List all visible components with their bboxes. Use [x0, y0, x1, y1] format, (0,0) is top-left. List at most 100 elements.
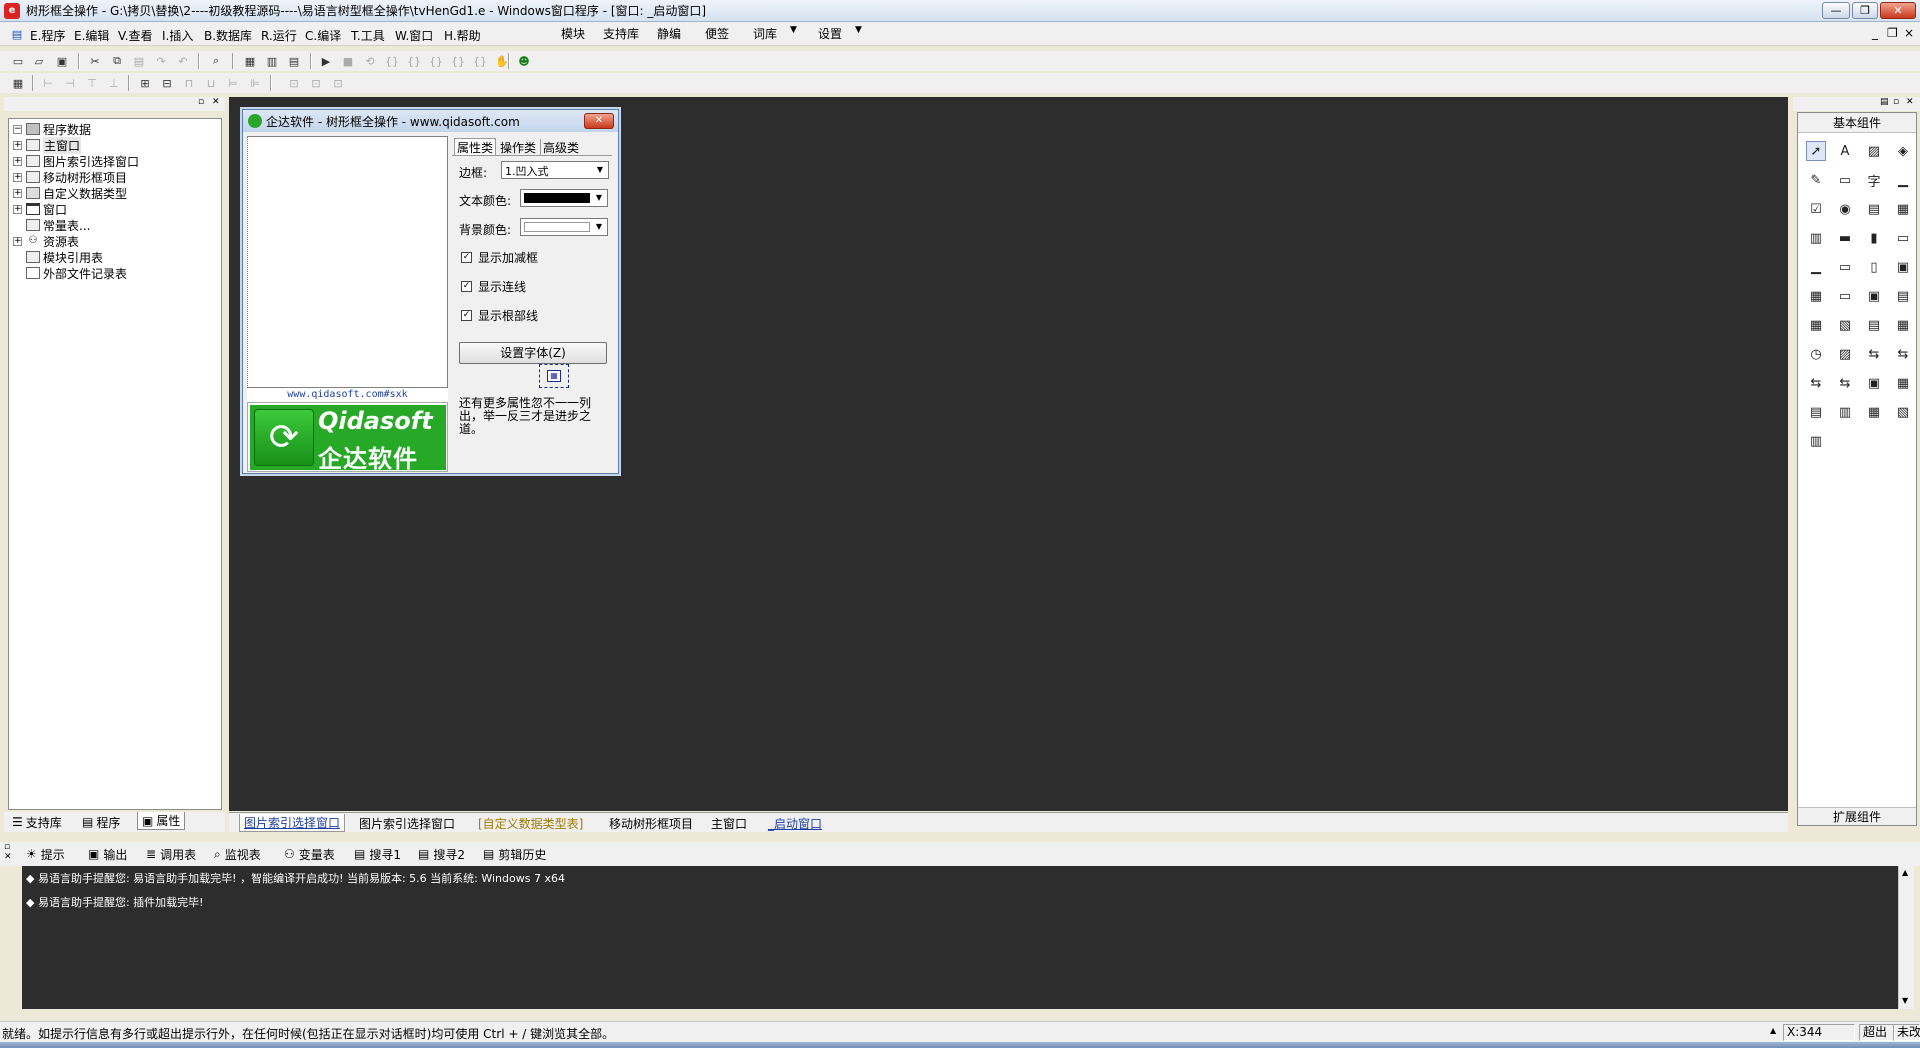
tree-item-external-files[interactable]: 外部文件记录表 — [26, 265, 127, 281]
toolbar-component-icon[interactable]: ▦ — [1893, 315, 1913, 335]
odbc-ext-component-icon[interactable]: ▥ — [1806, 431, 1826, 451]
tab-hint[interactable]: ☀ 提示 — [22, 845, 69, 863]
tab-program[interactable]: ▤ 程序 — [78, 813, 124, 831]
checkbox-check-icon[interactable]: ✓ — [461, 281, 472, 292]
pointer-component-icon[interactable]: ➚ — [1806, 141, 1826, 161]
editor-tab-startup-window[interactable]: _启动窗口 — [764, 814, 826, 832]
save-icon[interactable]: ▣ — [54, 53, 70, 69]
step-1-icon[interactable]: ⟲ — [362, 53, 378, 69]
palette-title[interactable]: 基本组件 — [1798, 113, 1916, 133]
tree-item-module-refs[interactable]: 模块引用表 — [26, 249, 103, 265]
tab-clip-history[interactable]: ▤ 剪辑历史 — [479, 845, 550, 863]
tree-item-image-index[interactable]: + 图片索引选择窗口 — [13, 153, 139, 169]
menu-component-icon[interactable]: ▦ — [1806, 315, 1826, 335]
menu-run[interactable]: R.运行 — [261, 27, 297, 44]
run-icon[interactable]: ▶ — [318, 53, 334, 69]
align-center-icon[interactable]: ⊣ — [62, 75, 78, 91]
tab-operation-class[interactable]: 操作类 — [498, 139, 538, 156]
tab-advanced-class[interactable]: 高级类 — [540, 139, 581, 156]
tab-call-stack[interactable]: ≣ 调用表 — [142, 845, 200, 863]
align-top-icon[interactable]: ⊤ — [84, 75, 100, 91]
palette-menu-icon[interactable]: ▤ — [1880, 97, 1889, 107]
expand-icon[interactable]: + — [13, 204, 22, 214]
tree-item-windows[interactable]: + 窗口 — [13, 201, 67, 217]
cut-icon[interactable]: ✂ — [87, 53, 103, 69]
tab-property-class[interactable]: 属性类 — [454, 138, 497, 155]
tree-item-move-tree[interactable]: + 移动树形框项目 — [13, 169, 127, 185]
tree-root[interactable]: − 程序数据 — [13, 121, 91, 137]
expand-icon[interactable]: + — [13, 236, 22, 246]
checkbox-show-root-lines[interactable]: ✓ 显示根部线 — [461, 307, 538, 324]
tab-search-1[interactable]: ▤ 搜寻1 — [350, 845, 405, 863]
tab-variables[interactable]: ⚇ 变量表 — [280, 845, 339, 863]
editor-tab-main-window[interactable]: 主窗口 — [707, 814, 751, 832]
set-font-button[interactable]: 设置字体(Z) — [459, 342, 607, 364]
step-3-icon[interactable]: {} — [406, 53, 422, 69]
panel-close-icon[interactable]: ✕ — [212, 97, 220, 107]
editor-tab-custom-types[interactable]: [自定义数据类型表] — [474, 814, 587, 832]
mdi-restore-button[interactable]: ❐ — [1887, 26, 1898, 40]
layout-3-icon[interactable]: ▤ — [286, 53, 302, 69]
menu-database[interactable]: B.数据库 — [204, 27, 252, 44]
datetime-component-icon[interactable]: ▭ — [1835, 286, 1855, 306]
checkbox-check-icon[interactable]: ✓ — [461, 252, 472, 263]
tab-search-2[interactable]: ▤ 搜寻2 — [414, 845, 469, 863]
checkbox-show-lines[interactable]: ✓ 显示连线 — [461, 278, 526, 295]
ruler-component-icon[interactable]: ▁ — [1806, 257, 1826, 277]
panel-pin-icon[interactable]: ▫ — [198, 97, 204, 107]
expand-icon[interactable]: + — [13, 188, 22, 198]
new-file-icon[interactable]: ▭ — [10, 53, 26, 69]
document-component-icon[interactable]: ▤ — [1893, 286, 1913, 306]
output-scrollbar[interactable]: ▲ ▼ — [1898, 866, 1914, 1009]
step-2-icon[interactable]: {} — [384, 53, 400, 69]
tree-item-constants[interactable]: 常量表... — [26, 217, 90, 233]
panel-component-icon[interactable]: ▭ — [1835, 257, 1855, 277]
center-vertical-icon[interactable]: ⊟ — [159, 75, 175, 91]
progress-component-icon[interactable]: ▯ — [1864, 257, 1884, 277]
editor-tab-image-index-2[interactable]: 图片索引选择窗口 — [355, 814, 459, 832]
menu-edit[interactable]: E.编辑 — [74, 27, 109, 44]
menu-insert[interactable]: I.插入 — [162, 27, 193, 44]
editor-tab-move-tree[interactable]: 移动树形框项目 — [605, 814, 697, 832]
center-horizontal-icon[interactable]: ⊞ — [137, 75, 153, 91]
label-component-icon[interactable]: A — [1835, 141, 1855, 161]
edit-component-icon[interactable]: ✎ — [1806, 170, 1826, 190]
users-icon[interactable]: ☻ — [516, 53, 532, 69]
settings-dropdown-icon[interactable]: ▼ — [855, 25, 862, 35]
paste-icon[interactable]: ▤ — [131, 53, 147, 69]
statusbar-component-icon[interactable]: ▤ — [1864, 315, 1884, 335]
frame-component-icon[interactable]: ▭ — [1835, 170, 1855, 190]
menu-settings[interactable]: 设置 — [818, 25, 842, 42]
line-component-icon[interactable]: ▁ — [1893, 170, 1913, 190]
output-close-icon[interactable]: ✕ — [4, 852, 12, 862]
tab-watch[interactable]: ⌕ 监视表 — [210, 845, 265, 863]
odbc-component-icon[interactable]: ▧ — [1893, 402, 1913, 422]
spacing-v-icon[interactable]: ⊫ — [247, 75, 263, 91]
undo-icon[interactable]: ↶ — [175, 53, 191, 69]
form-title-bar[interactable]: 企达软件 - 树形框全操作 - www.qidasoft.com ✕ — [243, 110, 618, 132]
text-color-picker[interactable]: ▼ — [520, 189, 608, 207]
extended-components-tab[interactable]: 扩展组件 — [1798, 807, 1916, 825]
timer-component-icon[interactable]: ◷ — [1806, 344, 1826, 364]
menu-compile[interactable]: C.编译 — [305, 27, 341, 44]
collapse-icon[interactable]: − — [13, 124, 22, 134]
form-window[interactable]: 企达软件 - 树形框全操作 - www.qidasoft.com ✕ www.q… — [242, 109, 619, 474]
expand-icon[interactable]: + — [13, 172, 22, 182]
scroll-up-icon[interactable]: ▲ — [1902, 868, 1908, 877]
menu-notes[interactable]: 便签 — [705, 25, 729, 42]
editor-tab-image-index-1[interactable]: 图片索引选择窗口 — [239, 814, 346, 832]
size-2-icon[interactable]: ⊡ — [308, 75, 324, 91]
imagelist-component-icon[interactable]: ▧ — [1835, 315, 1855, 335]
output-panel[interactable]: ◆ 易语言助手提醒您: 易语言助手加载完毕! ，智能编译开启成功! 当前易版本:… — [22, 866, 1898, 1009]
expand-icon[interactable]: + — [13, 140, 22, 150]
chevron-down-icon[interactable]: ▼ — [592, 191, 606, 205]
media-component-icon[interactable]: ▣ — [1864, 373, 1884, 393]
picture-component-icon[interactable]: ▨ — [1864, 141, 1884, 161]
dbase-component-icon[interactable]: ▤ — [1806, 402, 1826, 422]
chevron-down-icon[interactable]: ▼ — [593, 163, 607, 177]
menu-window[interactable]: W.窗口 — [395, 27, 433, 44]
wordlib-dropdown-icon[interactable]: ▼ — [790, 25, 797, 35]
grid-component-icon[interactable]: ▦ — [1893, 199, 1913, 219]
mdi-minimize-button[interactable]: _ — [1872, 26, 1878, 40]
db-provider-component-icon[interactable]: ▥ — [1835, 402, 1855, 422]
